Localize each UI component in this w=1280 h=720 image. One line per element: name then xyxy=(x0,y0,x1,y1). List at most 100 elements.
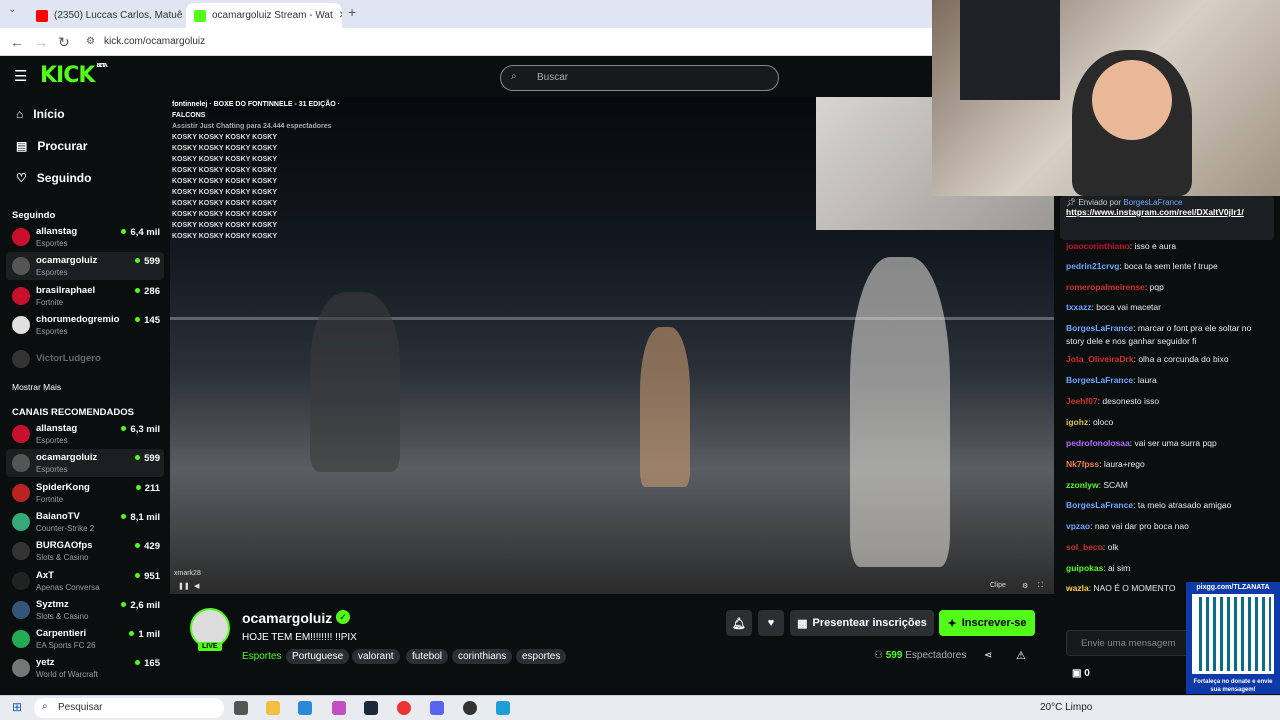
tab-list-icon[interactable]: ⌄ xyxy=(8,4,16,15)
store-icon[interactable] xyxy=(298,701,312,715)
site-info-icon[interactable]: ⚙ xyxy=(86,36,95,47)
gift-subs-button[interactable]: ▦ Presentear inscrições xyxy=(790,610,934,636)
channel-allanstag[interactable]: allanstag Esportes 6,3 mil xyxy=(6,420,164,448)
chat-username[interactable]: guipokas xyxy=(1066,563,1103,573)
chat-username[interactable]: wazla xyxy=(1066,583,1089,593)
pinned-message[interactable]: 📌︎ Enviado por BorgesLaFrance https://ww… xyxy=(1060,196,1274,240)
channel-carpentieri[interactable]: Carpentieri EA Sports FC 26 1 mil xyxy=(6,625,164,653)
discord-icon[interactable] xyxy=(430,701,444,715)
kick-logo[interactable]: KICK BETA xyxy=(40,63,108,88)
file-explorer-icon[interactable] xyxy=(266,701,280,715)
channel-yetz[interactable]: yetz World of Warcraft 165 xyxy=(6,654,164,682)
settings-icon[interactable]: ⚙ xyxy=(1022,582,1028,590)
video-player[interactable]: fontinnelej · BOXE DO FONTINNELE - 31 ED… xyxy=(170,97,1054,594)
chat-username[interactable]: BorgesLaFrance xyxy=(1066,500,1133,510)
channel-syztmz[interactable]: Syztmz Slots & Casino 2,6 mil xyxy=(6,596,164,624)
app-icon[interactable] xyxy=(496,701,510,715)
streamer-name[interactable]: ocamargoluiz xyxy=(242,610,332,626)
offline-channel[interactable]: VictorLudgero xyxy=(6,345,164,373)
chat-username[interactable]: txxazz xyxy=(1066,302,1092,312)
chat-username[interactable]: BorgesLaFrance xyxy=(1066,323,1133,333)
reload-icon[interactable]: ↻ xyxy=(58,34,70,51)
sidebar-item-following[interactable]: ♡ Seguindo xyxy=(16,171,91,185)
tab-title: (2350) Luccas Carlos, Matuê - 3 xyxy=(54,10,184,21)
channel-baianotv[interactable]: BaianoTV Counter-Strike 2 8,1 mil xyxy=(6,508,164,536)
avatar xyxy=(12,630,30,649)
channel-spiderkong[interactable]: SpiderKong Fortnite 211 xyxy=(6,479,164,507)
tv-screen xyxy=(960,0,1060,100)
chat-message: BorgesLaFrance: marcar o font pra ele so… xyxy=(1066,323,1252,346)
browser-tab-youtube[interactable]: (2350) Luccas Carlos, Matuê - 3 ✕ xyxy=(28,3,184,28)
chat-username[interactable]: igohz xyxy=(1066,417,1088,427)
follow-button[interactable]: ♥ xyxy=(758,610,784,636)
copilot-icon[interactable] xyxy=(332,701,346,715)
pinned-link[interactable]: https://www.instagram.com/reel/DXaltV0jl… xyxy=(1066,207,1268,217)
stream-category[interactable]: Esportes xyxy=(242,651,281,662)
chat-username[interactable]: romeropalmeirense xyxy=(1066,282,1145,292)
channel-name: ocamargoluiz xyxy=(36,255,98,267)
channel-category: EA Sports FC 26 xyxy=(36,641,96,651)
chat-username[interactable]: Jeehf07 xyxy=(1066,396,1098,406)
chat-username[interactable]: vpzao xyxy=(1066,521,1090,531)
chat-username[interactable]: pedrin21crvg xyxy=(1066,261,1119,271)
tag[interactable]: valorant xyxy=(352,649,400,664)
report-icon[interactable]: ⚠ xyxy=(1016,649,1026,662)
show-more-link[interactable]: Mostrar Mais xyxy=(12,382,61,392)
chat-message: txxazz: boca vai macetar xyxy=(1066,302,1161,312)
sidebar-item-home[interactable]: ⌂ Início xyxy=(16,107,65,121)
channel-ocamargoluiz[interactable]: ocamargoluiz Esportes 599 xyxy=(6,252,164,281)
share-icon[interactable]: ⋖ xyxy=(984,650,992,661)
chat-text: SCAM xyxy=(1103,480,1128,490)
chat-username[interactable]: sol_beco xyxy=(1066,542,1103,552)
pause-icon[interactable]: ❚❚ xyxy=(178,582,190,590)
channel-name: Carpentieri xyxy=(36,628,87,640)
new-tab-icon[interactable]: + xyxy=(348,4,356,20)
chat-username[interactable]: Nk7fpss xyxy=(1066,459,1099,469)
fullscreen-icon[interactable]: ⛶ xyxy=(1038,582,1043,590)
clip-button[interactable]: Clipe xyxy=(990,582,1006,589)
chat-username[interactable]: BorgesLaFrance xyxy=(1066,375,1133,385)
channel-category: Esportes xyxy=(36,465,68,475)
search-input[interactable]: ⌕ Buscar xyxy=(500,65,779,91)
close-icon[interactable]: ✕ xyxy=(339,10,342,21)
channel-category: Esportes xyxy=(36,268,68,278)
tag[interactable]: corinthians xyxy=(452,649,513,664)
forward-icon[interactable]: → xyxy=(34,34,48,50)
channel-points[interactable]: ▣ 0 xyxy=(1072,668,1090,679)
back-icon[interactable]: ← xyxy=(10,34,24,50)
channel-allanstag[interactable]: allanstag Esportes 6,4 mil xyxy=(6,223,164,251)
steam-icon[interactable] xyxy=(364,701,378,715)
sidebar-item-browse[interactable]: ▤ Procurar xyxy=(16,139,87,153)
chat-text: boca vai macetar xyxy=(1096,302,1161,312)
channel-chorumedogremio[interactable]: chorumedogremio Esportes 145 xyxy=(6,311,164,339)
obs-icon[interactable] xyxy=(463,701,477,715)
chat-username[interactable]: Jota_OliveiraDrk xyxy=(1066,354,1134,364)
channel-ocamargoluiz[interactable]: ocamargoluiz Esportes 599 xyxy=(6,449,164,478)
weather-widget[interactable]: 20°C Limpo xyxy=(1040,702,1092,713)
task-view-icon[interactable] xyxy=(234,701,248,715)
chat-username[interactable]: zzonlyw xyxy=(1066,480,1099,490)
volume-icon[interactable]: ◀ xyxy=(194,582,199,590)
browser-tab-kick[interactable]: ocamargoluiz Stream - Wat ✕ xyxy=(186,3,342,28)
tag[interactable]: futebol xyxy=(406,649,449,664)
chrome-icon[interactable] xyxy=(397,701,411,715)
url-field[interactable]: kick.com/ocamargoluiz xyxy=(104,36,205,47)
notification-button[interactable]: 🔔︎ xyxy=(726,610,752,636)
chat-username[interactable]: pedrofonolosaa xyxy=(1066,438,1130,448)
heart-icon: ♡ xyxy=(16,171,27,185)
taskbar-search[interactable]: ⌕ Pesquisar xyxy=(34,698,224,718)
chat-message: BorgesLaFrance: ta meio atrasado amigao xyxy=(1066,500,1232,510)
windows-start-icon[interactable]: ⊞ xyxy=(12,700,22,714)
subscribe-button[interactable]: ✦ Inscrever-se xyxy=(939,610,1035,636)
avatar xyxy=(12,600,30,619)
channel-burgaofps[interactable]: BURGAOfps Slots & Casino 429 xyxy=(6,537,164,565)
chat-input[interactable]: Envie uma mensagem xyxy=(1066,630,1191,656)
channel-brasilraphael[interactable]: brasilraphael Fortnite 286 xyxy=(6,282,164,310)
tag[interactable]: Portuguese xyxy=(286,649,350,664)
tag[interactable]: esportes xyxy=(516,649,567,664)
chat-username[interactable]: joaocorinthiano xyxy=(1066,241,1130,251)
menu-icon[interactable]: ☰ xyxy=(14,67,27,85)
avatar xyxy=(12,512,30,531)
channel-axt[interactable]: AxT Apenas Conversa 951 xyxy=(6,567,164,595)
chat-message: sol_beco: olk xyxy=(1066,542,1119,552)
